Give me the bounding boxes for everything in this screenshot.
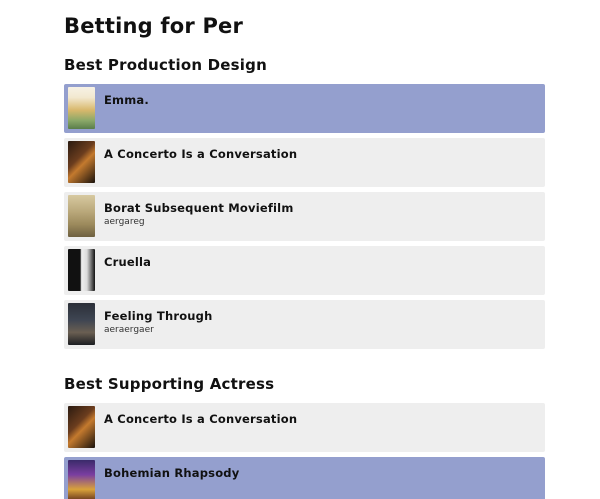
nominee-card-cruella[interactable]: Cruella — [64, 246, 545, 295]
nominee-card-feeling-through[interactable]: Feeling Through aeraergaer — [64, 300, 545, 349]
nominee-title: Bohemian Rhapsody — [104, 466, 240, 480]
poster-image — [68, 406, 95, 448]
nominee-note: aeraergaer — [104, 325, 154, 335]
nominee-card-a-concerto-is-a-conversation[interactable]: A Concerto Is a Conversation — [64, 403, 545, 452]
nominee-card-borat-subsequent-moviefilm[interactable]: Borat Subsequent Moviefilm aergareg — [64, 192, 545, 241]
nominee-title: Emma. — [104, 93, 149, 107]
nominee-title: A Concerto Is a Conversation — [104, 147, 298, 161]
nominee-title: A Concerto Is a Conversation — [104, 412, 298, 426]
page: Betting for Per Best Production Design E… — [0, 0, 600, 499]
poster-image — [68, 195, 95, 237]
nominee-note: aergareg — [104, 217, 145, 227]
poster-image — [68, 141, 95, 183]
category-title: Best Production Design — [64, 56, 267, 74]
nominee-card-bohemian-rhapsody[interactable]: Bohemian Rhapsody — [64, 457, 545, 499]
nominee-card-emma[interactable]: Emma. — [64, 84, 545, 133]
poster-image — [68, 303, 95, 345]
nominee-title: Feeling Through — [104, 309, 213, 323]
nominee-title: Cruella — [104, 255, 152, 269]
poster-image — [68, 460, 95, 499]
nominee-title: Borat Subsequent Moviefilm — [104, 201, 294, 215]
category-best-supporting-actress: Best Supporting Actress A Concerto Is a … — [64, 375, 545, 499]
poster-image — [68, 249, 95, 291]
poster-image — [68, 87, 95, 129]
nominee-card-a-concerto-is-a-conversation[interactable]: A Concerto Is a Conversation — [64, 138, 545, 187]
category-title: Best Supporting Actress — [64, 375, 275, 393]
category-best-production-design: Best Production Design Emma. A Concerto … — [64, 56, 545, 354]
page-title: Betting for Per — [64, 14, 244, 38]
